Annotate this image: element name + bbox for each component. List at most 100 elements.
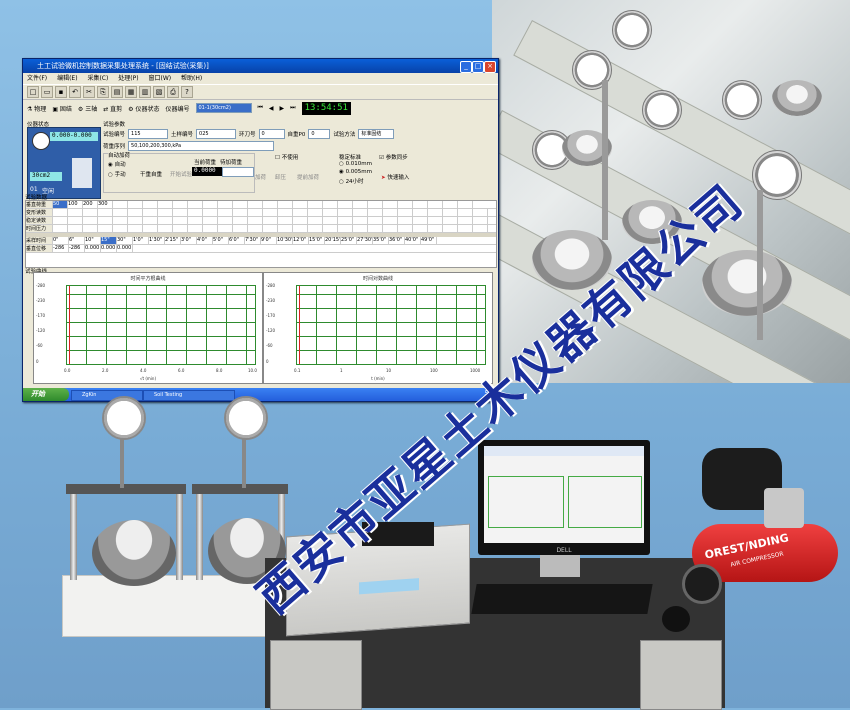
menu-process[interactable]: 处理(P) bbox=[118, 75, 138, 82]
grid-cell[interactable]: 10'30" bbox=[277, 237, 293, 244]
current-load-display: 0.0000 bbox=[192, 167, 222, 176]
grid-cell[interactable]: 9'0" bbox=[261, 237, 277, 244]
grid-cell[interactable]: 5'0" bbox=[213, 237, 229, 244]
direct-shear-button[interactable]: ⇄ 直剪 bbox=[103, 104, 122, 113]
window-title: 土工试验微机控制数据采集处理系统 - [固结试验(采集)] bbox=[37, 62, 209, 70]
grid-cell[interactable]: 25'0" bbox=[341, 237, 357, 244]
grid-cell[interactable]: 10" bbox=[85, 237, 101, 244]
ring-input[interactable]: 0 bbox=[258, 129, 285, 139]
compressor-wheel bbox=[682, 564, 722, 604]
plot1-xlabel: √t (min) bbox=[139, 376, 157, 381]
auto-radio[interactable]: ◉ 自动 bbox=[108, 160, 126, 168]
start-button[interactable]: 开始 bbox=[23, 388, 69, 401]
grid-cell[interactable]: 7'30" bbox=[245, 237, 261, 244]
grid-cell[interactable]: 40'0" bbox=[405, 237, 421, 244]
grid-cell[interactable]: 0.000 bbox=[101, 245, 117, 252]
table-row: 变形读数 bbox=[26, 209, 496, 217]
instrument-no-select[interactable]: 01-1(30cm2) bbox=[195, 103, 252, 113]
task-soil-testing[interactable]: Soil Testing bbox=[143, 390, 235, 401]
menu-help[interactable]: 帮助(H) bbox=[181, 75, 202, 82]
grid-cell[interactable]: 4'0" bbox=[197, 237, 213, 244]
open-icon[interactable]: ▭ bbox=[41, 86, 53, 98]
grid-cell[interactable]: 0.000 bbox=[117, 245, 133, 252]
add-load-button[interactable]: 加荷 bbox=[255, 173, 266, 181]
params-title: 试验参数 bbox=[103, 122, 126, 128]
nav-next-icon[interactable]: ▶ bbox=[280, 105, 285, 112]
controller-label bbox=[359, 578, 419, 595]
load-seq-label: 荷重序列 bbox=[103, 144, 126, 150]
grid-icon[interactable]: ▦ bbox=[125, 86, 137, 98]
menu-collect[interactable]: 采集(C) bbox=[87, 75, 108, 82]
test-no-input[interactable]: 115 bbox=[128, 129, 169, 139]
start-test-button[interactable]: 开始试验 bbox=[170, 170, 192, 178]
table-row: 采样时间 0" 6" 10" 15" 30" 1'0" 1'30" 2'15" 3'0" 4'0" 5… bbox=[26, 237, 496, 245]
instrument-state-button[interactable]: ⚙ 仪器状态 bbox=[128, 104, 159, 113]
grid-cell[interactable]: 6'0" bbox=[229, 237, 245, 244]
table-row: 垂直位移 -286 -286 0.000 0.000 0.000 bbox=[26, 245, 496, 253]
copy-icon[interactable]: ⎘ bbox=[97, 86, 109, 98]
load-seq-input[interactable]: 50,100,200,300,kPa bbox=[128, 141, 275, 151]
grid-cell[interactable]: 6" bbox=[69, 237, 85, 244]
grid-cell[interactable]: 3'0" bbox=[181, 237, 197, 244]
grid-cell[interactable]: -286 bbox=[69, 245, 85, 252]
cut-icon[interactable]: ✂ bbox=[83, 86, 95, 98]
maximize-icon[interactable]: □ bbox=[472, 61, 484, 73]
grid-cell[interactable]: 0" bbox=[53, 237, 69, 244]
consolidation-cell bbox=[702, 250, 792, 316]
method-select[interactable]: 标准固结 bbox=[358, 129, 395, 139]
soil-no-input[interactable]: 025 bbox=[196, 129, 237, 139]
grid-cell[interactable]: 36'0" bbox=[389, 237, 405, 244]
grid-cell[interactable]: -286 bbox=[53, 245, 69, 252]
stable-opt1-radio[interactable]: ○ 0.010mm bbox=[339, 161, 372, 167]
chart-icon[interactable]: ▧ bbox=[153, 86, 165, 98]
grid-cell[interactable]: 15'0" bbox=[309, 237, 325, 244]
grid-cell[interactable]: 49'0" bbox=[421, 237, 437, 244]
grid-cell[interactable]: 1'30" bbox=[149, 237, 165, 244]
stable-opt2-radio[interactable]: ◉ 0.005mm bbox=[339, 169, 372, 175]
grid-cell[interactable]: 35'0" bbox=[373, 237, 389, 244]
instrument-status-panel: 0.000-0.000 30cm2 01 空闲 bbox=[27, 127, 101, 199]
new-icon[interactable]: □ bbox=[27, 86, 39, 98]
help-icon[interactable]: ? bbox=[181, 86, 193, 98]
grid-cell[interactable]: 30" bbox=[117, 237, 133, 244]
grid-cell[interactable]: 12'0" bbox=[293, 237, 309, 244]
menu-bar: 文件(F) 编辑(E) 采集(C) 处理(P) 窗口(W) 帮助(H) bbox=[23, 73, 498, 84]
grid-cell[interactable]: 15" bbox=[101, 237, 117, 244]
nav-prev-icon[interactable]: ◀ bbox=[269, 105, 274, 112]
menu-file[interactable]: 文件(F) bbox=[27, 75, 47, 82]
grid-cell[interactable]: 27'30" bbox=[357, 237, 373, 244]
triaxial-button[interactable]: ⚙ 三轴 bbox=[78, 104, 97, 113]
table-icon[interactable]: ▥ bbox=[139, 86, 151, 98]
save-icon[interactable]: ▪ bbox=[55, 86, 67, 98]
nav-last-icon[interactable]: ⏭ bbox=[290, 104, 295, 112]
grid-cell[interactable]: 0.000 bbox=[85, 245, 101, 252]
print-icon[interactable]: ⎙ bbox=[167, 86, 179, 98]
unload-button[interactable]: 卸压 bbox=[275, 173, 286, 181]
stable-opt3-radio[interactable]: ○ 24小时 bbox=[339, 177, 364, 185]
sync-checkbox[interactable]: ☑ 参数同步 bbox=[379, 153, 408, 161]
menu-window[interactable]: 窗口(W) bbox=[149, 75, 172, 82]
physics-button[interactable]: ⚗ 物理 bbox=[27, 104, 46, 113]
paste-icon[interactable]: ▤ bbox=[111, 86, 123, 98]
consolidation-button[interactable]: ▣ 固结 bbox=[52, 104, 72, 113]
zero-input[interactable]: 0 bbox=[308, 129, 331, 139]
menu-edit[interactable]: 编辑(E) bbox=[57, 75, 77, 82]
grid-cell[interactable]: 1'0" bbox=[133, 237, 149, 244]
pending-load-input[interactable] bbox=[222, 167, 254, 177]
nav-first-icon[interactable]: ⏮ bbox=[258, 104, 263, 112]
fast-input-button[interactable]: ➤ 快速输入 bbox=[381, 173, 409, 181]
plot2-xlabel: t (min) bbox=[371, 376, 385, 381]
undo-icon[interactable]: ↶ bbox=[69, 86, 81, 98]
zero-label: 自重P0 bbox=[287, 132, 306, 138]
grid-cell[interactable]: 2'15" bbox=[165, 237, 181, 244]
early-load-button[interactable]: 提前加荷 bbox=[297, 173, 319, 181]
minimize-icon[interactable]: _ bbox=[460, 61, 472, 73]
grid-cell[interactable]: 20'15" bbox=[325, 237, 341, 244]
compressor-pump bbox=[764, 488, 804, 528]
not-use-checkbox[interactable]: ☐ 不使用 bbox=[275, 153, 298, 161]
manual-radio[interactable]: ○ 手动 bbox=[108, 170, 126, 178]
data-grid[interactable]: 垂直荷重 50 100 200 300 变形读数 稳定读数 时间压力 采样时间 0" 6" 1… bbox=[25, 200, 497, 268]
dial-gauge bbox=[224, 396, 268, 440]
close-icon[interactable]: × bbox=[484, 61, 496, 73]
method-label: 试验方法 bbox=[333, 132, 356, 138]
